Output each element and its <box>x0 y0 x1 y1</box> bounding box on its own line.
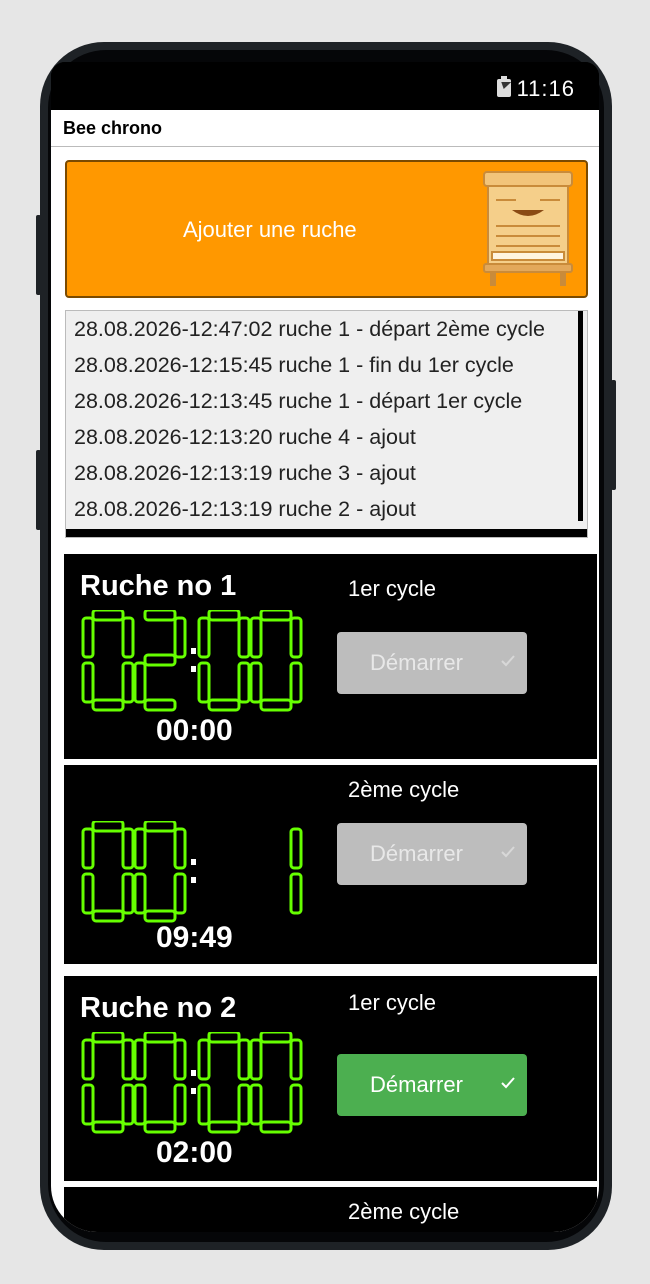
digit-0 <box>81 610 135 712</box>
hive-2-cycle-1-panel: Ruche no 2 1er cycle 02:00 Démarrer <box>64 976 597 1181</box>
status-bar: 11:16 <box>51 62 599 110</box>
hive-title: Ruche no 2 <box>80 992 237 1024</box>
colon <box>191 859 196 883</box>
screen: 11:16 Bee chrono Ajouter une ruche 28.08… <box>51 62 599 1232</box>
log-line: 28.08.2026-12:15:45 ruche 1 - fin du 1er… <box>74 353 514 377</box>
status-time: 11:16 <box>516 76 575 101</box>
timer-display <box>81 821 303 923</box>
cycle-label: 2ème cycle <box>348 777 460 802</box>
start-button[interactable]: Démarrer <box>337 1054 527 1116</box>
hive-2-cycle-2-panel: 2ème cycle <box>64 1187 597 1232</box>
main-content[interactable]: Ajouter une ruche 28.08.2026-12:47:02 ru… <box>51 147 599 1232</box>
digit-0 <box>81 821 135 923</box>
log-horizontal-scrollbar[interactable] <box>66 529 587 537</box>
check-icon <box>501 846 515 858</box>
colon <box>191 1070 196 1094</box>
cycle-label: 2ème cycle <box>348 1199 460 1224</box>
side-button <box>36 450 41 530</box>
digit-0 <box>133 821 187 923</box>
timer-display <box>81 610 303 712</box>
digit-0 <box>197 1032 251 1134</box>
log-scrollbar[interactable] <box>578 311 583 521</box>
remaining-time: 02:00 <box>156 1136 233 1169</box>
power-button <box>611 380 616 490</box>
log-line: 28.08.2026-12:13:19 ruche 2 - ajout <box>74 497 416 521</box>
remaining-time: 09:49 <box>156 921 233 954</box>
hive-title: Ruche no 1 <box>80 570 237 602</box>
start-button-label: Démarrer <box>370 841 463 866</box>
log-line: 28.08.2026-12:13:45 ruche 1 - départ 1er… <box>74 389 523 413</box>
timer-display <box>81 1032 303 1134</box>
remaining-time: 00:00 <box>156 714 233 747</box>
volume-button <box>36 215 41 295</box>
event-log[interactable]: 28.08.2026-12:47:02 ruche 1 - départ 2èm… <box>65 310 588 538</box>
digit-0 <box>249 1032 303 1134</box>
log-line: 28.08.2026-12:47:02 ruche 1 - départ 2èm… <box>74 317 545 341</box>
add-hive-button[interactable]: Ajouter une ruche <box>65 160 588 298</box>
app-bar: Bee chrono <box>51 110 599 147</box>
hive-1-cycle-1-panel: Ruche no 1 1er cycle 00:00 Démarrer <box>64 554 597 759</box>
cycle-label: 1er cycle <box>348 990 437 1015</box>
beehive-icon <box>483 171 573 286</box>
check-icon <box>501 1077 515 1089</box>
start-button[interactable]: Démarrer <box>337 632 527 694</box>
digit-0 <box>133 1032 187 1134</box>
battery-charging-icon <box>497 76 511 97</box>
hive-divider <box>64 964 597 976</box>
start-button-label: Démarrer <box>370 650 463 675</box>
digit-0 <box>197 610 251 712</box>
log-line: 28.08.2026-12:13:20 ruche 4 - ajout <box>74 425 416 449</box>
digit-0 <box>249 610 303 712</box>
add-hive-label: Ajouter une ruche <box>183 217 357 242</box>
digit-2 <box>133 610 187 712</box>
digit-0 <box>81 1032 135 1134</box>
start-button[interactable]: Démarrer <box>337 823 527 885</box>
colon <box>191 648 196 672</box>
log-line: 28.08.2026-12:13:19 ruche 3 - ajout <box>74 461 416 485</box>
check-icon <box>501 655 515 667</box>
app-title: Bee chrono <box>63 118 163 138</box>
cycle-label: 1er cycle <box>348 576 437 601</box>
hive-1-cycle-2-panel: 2ème cycle 09:49 Démarrer <box>64 765 597 964</box>
digit-1 <box>289 827 303 915</box>
start-button-label: Démarrer <box>370 1072 463 1097</box>
